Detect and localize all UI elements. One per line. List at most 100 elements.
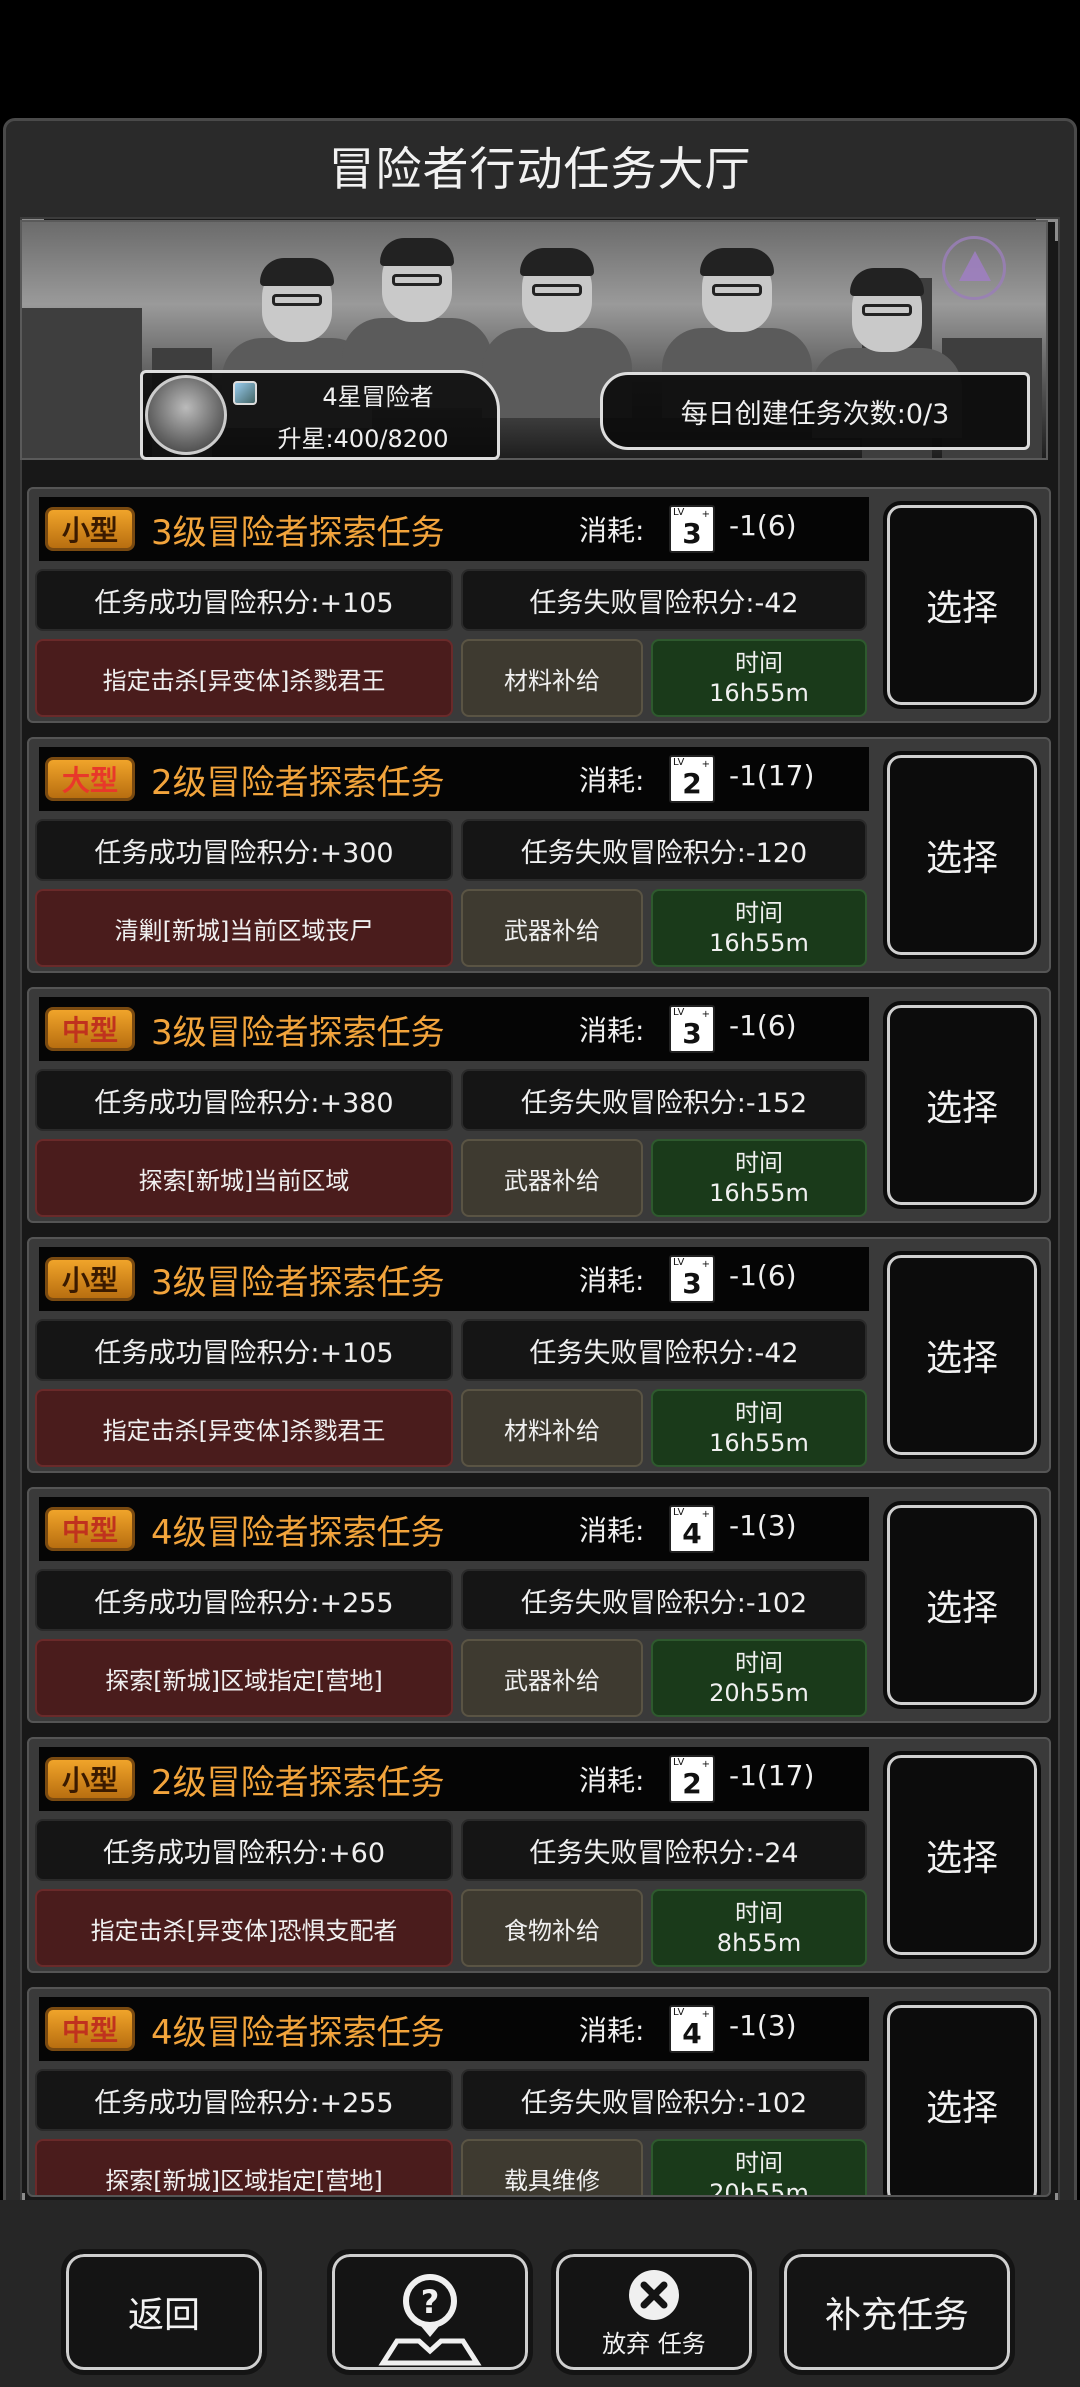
- time-value: 16h55m: [709, 1429, 809, 1457]
- quest-name: 3级冒险者探索任务: [151, 513, 445, 553]
- quest-reward: 武器补给: [461, 889, 643, 967]
- level-card-icon: LV + 3: [669, 505, 715, 553]
- quest-card: 中型 3级冒险者探索任务 消耗: LV + 3 -1(6) 任务成功冒险积分:+3…: [27, 987, 1051, 1223]
- cost-label: 消耗:: [579, 2014, 645, 2047]
- time-value: 8h55m: [716, 1929, 802, 1957]
- refill-label: 补充任务: [824, 2295, 969, 2336]
- time-value: 20h55m: [709, 1679, 809, 1707]
- quest-size-badge: 小型: [45, 1257, 135, 1301]
- quest-time: 时间 20h55m: [651, 2139, 867, 2197]
- quest-size-badge: 小型: [45, 507, 135, 551]
- city-building: [22, 308, 142, 458]
- quest-card: 小型 3级冒险者探索任务 消耗: LV + 3 -1(6) 任务成功冒险积分:+1…: [27, 1237, 1051, 1473]
- level-card-icon: LV + 2: [669, 755, 715, 803]
- level-card-icon: LV + 4: [669, 2005, 715, 2053]
- time-label: 时间: [735, 899, 783, 927]
- page-title: 冒险者行动任务大厅: [328, 142, 752, 196]
- quest-objective: 探索[新城]当前区域: [35, 1139, 453, 1217]
- time-label: 时间: [735, 1149, 783, 1177]
- abandon-quest-button[interactable]: 放弃 任务: [551, 2249, 757, 2375]
- rank-gem-icon: [233, 381, 257, 405]
- cost-label: 消耗:: [579, 1514, 645, 1547]
- select-quest-button[interactable]: 选择: [883, 1501, 1041, 1709]
- help-button[interactable]: ?: [327, 2249, 533, 2375]
- cost-value: -1(6): [729, 1259, 797, 1292]
- level-card-number: 4: [682, 2017, 702, 2050]
- quest-name: 2级冒险者探索任务: [151, 763, 445, 803]
- success-points: 任务成功冒险积分:+380: [35, 1069, 453, 1131]
- quest-time: 时间 16h55m: [651, 639, 867, 717]
- time-label: 时间: [735, 649, 783, 677]
- quest-size-badge: 大型: [45, 757, 135, 801]
- daily-create-count: 每日创建任务次数:0/3: [600, 372, 1030, 450]
- select-quest-button[interactable]: 选择: [883, 2001, 1041, 2195]
- quest-name: 4级冒险者探索任务: [151, 1513, 445, 1553]
- quest-time: 时间 8h55m: [651, 1889, 867, 1967]
- success-points: 任务成功冒险积分:+255: [35, 1569, 453, 1631]
- quest-size-badge: 小型: [45, 1757, 135, 1801]
- refill-quest-button[interactable]: 补充任务: [779, 2249, 1015, 2375]
- cost-label: 消耗:: [579, 514, 645, 547]
- success-points: 任务成功冒险积分:+300: [35, 819, 453, 881]
- cost-value: -1(6): [729, 1009, 797, 1042]
- success-points: 任务成功冒险积分:+60: [35, 1819, 453, 1881]
- x-circle-icon: [629, 2270, 679, 2320]
- select-quest-button[interactable]: 选择: [883, 1251, 1041, 1459]
- select-quest-button[interactable]: 选择: [883, 1001, 1041, 1209]
- level-card-icon: LV + 2: [669, 1755, 715, 1803]
- time-value: 16h55m: [709, 929, 809, 957]
- cost-value: -1(3): [729, 1509, 797, 1542]
- fail-points: 任务失败冒险积分:-152: [461, 1069, 867, 1131]
- quest-name: 3级冒险者探索任务: [151, 1013, 445, 1053]
- time-label: 时间: [735, 2149, 783, 2177]
- time-value: 20h55m: [709, 2179, 809, 2197]
- time-label: 时间: [735, 1399, 783, 1427]
- level-card-number: 3: [682, 517, 702, 550]
- quest-card: 小型 2级冒险者探索任务 消耗: LV + 2 -1(17) 任务成功冒险积分:+…: [27, 1737, 1051, 1973]
- time-value: 16h55m: [709, 1179, 809, 1207]
- cost-value: -1(6): [729, 509, 797, 542]
- select-quest-button[interactable]: 选择: [883, 501, 1041, 709]
- avatar[interactable]: [145, 375, 227, 455]
- back-button[interactable]: 返回: [61, 2249, 267, 2375]
- abandon-label: 放弃 任务: [602, 2330, 706, 2358]
- quest-objective: 清剿[新城]当前区域丧尸: [35, 889, 453, 967]
- select-quest-button[interactable]: 选择: [883, 751, 1041, 959]
- cost-label: 消耗:: [579, 1264, 645, 1297]
- fail-points: 任务失败冒险积分:-120: [461, 819, 867, 881]
- quest-header: 小型 3级冒险者探索任务 消耗: LV + 3 -1(6): [39, 497, 869, 561]
- faction-emblem-icon: [942, 236, 1006, 300]
- cost-label: 消耗:: [579, 764, 645, 797]
- quest-header: 中型 3级冒险者探索任务 消耗: LV + 3 -1(6): [39, 997, 869, 1061]
- time-label: 时间: [735, 1649, 783, 1677]
- quest-size-badge: 中型: [45, 2007, 135, 2051]
- success-points: 任务成功冒险积分:+105: [35, 1319, 453, 1381]
- time-label: 时间: [735, 1899, 783, 1927]
- quest-header: 小型 2级冒险者探索任务 消耗: LV + 2 -1(17): [39, 1747, 869, 1811]
- fail-points: 任务失败冒险积分:-42: [461, 1319, 867, 1381]
- quest-time: 时间 16h55m: [651, 1389, 867, 1467]
- time-value: 16h55m: [709, 679, 809, 707]
- level-card-number: 2: [682, 1767, 702, 1800]
- quest-size-badge: 中型: [45, 1007, 135, 1051]
- quest-header: 大型 2级冒险者探索任务 消耗: LV + 2 -1(17): [39, 747, 869, 811]
- quest-time: 时间 20h55m: [651, 1639, 867, 1717]
- level-card-icon: LV + 3: [669, 1255, 715, 1303]
- quest-objective: 探索[新城]区域指定[营地]: [35, 2139, 453, 2195]
- quest-header: 中型 4级冒险者探索任务 消耗: LV + 4 -1(3): [39, 1997, 869, 2061]
- quest-card: 中型 4级冒险者探索任务 消耗: LV + 4 -1(3) 任务成功冒险积分:+2…: [27, 1487, 1051, 1723]
- question-map-icon: ?: [378, 2274, 482, 2366]
- success-points: 任务成功冒险积分:+105: [35, 569, 453, 631]
- quest-objective: 指定击杀[异变体]杀戮君王: [35, 639, 453, 717]
- select-quest-button[interactable]: 选择: [883, 1751, 1041, 1959]
- back-label: 返回: [127, 2295, 200, 2336]
- rank-label: 4星冒险者: [322, 383, 434, 411]
- cost-label: 消耗:: [579, 1764, 645, 1797]
- quest-size-badge: 中型: [45, 1507, 135, 1551]
- player-profile[interactable]: 4星冒险者 升星:400/8200: [140, 370, 500, 460]
- quest-card: 大型 2级冒险者探索任务 消耗: LV + 2 -1(17) 任务成功冒险积分:+…: [27, 737, 1051, 973]
- level-card-icon: LV + 3: [669, 1005, 715, 1053]
- quest-reward: 武器补给: [461, 1139, 643, 1217]
- quest-reward: 载具维修: [461, 2139, 643, 2195]
- quest-header: 小型 3级冒险者探索任务 消耗: LV + 3 -1(6): [39, 1247, 869, 1311]
